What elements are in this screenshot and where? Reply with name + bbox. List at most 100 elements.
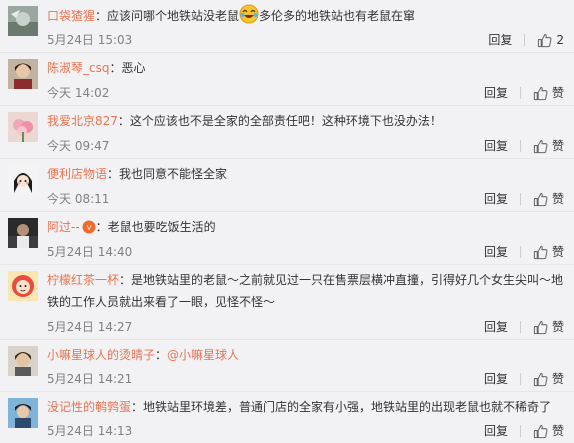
thumbs-up-icon: [533, 139, 548, 153]
comment-actions: 回复 赞: [484, 138, 564, 154]
like-label: 赞: [551, 372, 564, 386]
comment-item: 陈淑琴_csq：恶心 今天 14:02 回复 赞: [0, 53, 574, 106]
thumbs-up-icon: [533, 192, 548, 206]
like-label: 赞: [551, 192, 564, 206]
reply-button[interactable]: 回复: [484, 138, 508, 154]
comment-text: ：是地铁站里的老鼠～之前就见过一只在售票层横冲直撞，引得好几个女生尖叫～地铁的工…: [47, 273, 564, 309]
like-button[interactable]: 赞: [533, 423, 564, 439]
action-divider: [519, 425, 521, 437]
comment-body: 我爱北京827：这个应该也不是全家的全部责任吧！这种环境下也没办法！: [47, 110, 564, 132]
thumbs-up-icon: [533, 320, 548, 334]
mention-link[interactable]: @小嘛星球人: [167, 348, 239, 362]
like-label: 赞: [551, 86, 564, 100]
like-button[interactable]: 2: [537, 32, 564, 48]
like-button[interactable]: 赞: [533, 244, 564, 260]
action-divider: [519, 87, 521, 99]
comment-actions: 回复 赞: [484, 244, 564, 260]
svg-text:V: V: [86, 224, 91, 232]
comment-body: 小嘛星球人的烫晴子：@小嘛星球人: [47, 344, 564, 366]
like-count: 2: [556, 33, 564, 47]
thumbs-up-icon: [533, 424, 548, 438]
reply-button[interactable]: 回复: [484, 85, 508, 101]
comment-text: ：: [155, 348, 168, 362]
comment-actions: 回复 赞: [484, 423, 564, 439]
comment-item: 柠檬红茶一杯：是地铁站里的老鼠～之前就见过一只在售票层横冲直撞，引得好几个女生尖…: [0, 265, 574, 340]
action-divider: [519, 321, 521, 333]
avatar[interactable]: [8, 6, 38, 36]
thumbs-up-icon: [538, 33, 552, 47]
comment-time: 今天 08:11: [47, 192, 110, 206]
comment-time: 今天 09:47: [47, 139, 110, 153]
username-link[interactable]: 我爱北京827: [47, 114, 118, 128]
comment-item: 没记性的鹌鹑蛋：地铁站里环境差，普通门店的全家有小强，地铁站里的出现老鼠也就不稀…: [0, 392, 574, 443]
comment-text: ：应该问哪个地铁站没老鼠: [95, 9, 240, 23]
reply-button[interactable]: 回复: [484, 191, 508, 207]
like-label: 赞: [551, 320, 564, 334]
comment-item: 口袋猹猩：应该问哪个地铁站没老鼠 多伦多的地铁站也有老鼠在窜 5月24日 15:0…: [0, 0, 574, 53]
username-link[interactable]: 阿过--: [47, 220, 80, 234]
comment-text-continued: 多伦多的地铁站也有老鼠在窜: [259, 9, 416, 23]
comment-actions: 回复 赞: [484, 191, 564, 207]
thumbs-up-icon: [533, 86, 548, 100]
comment-time: 5月24日 14:13: [47, 424, 133, 438]
comment-body: 阿过-- V ：老鼠也要吃饭生活的: [47, 216, 564, 238]
like-button[interactable]: 赞: [533, 319, 564, 335]
comment-body: 柠檬红茶一杯：是地铁站里的老鼠～之前就见过一只在售票层横冲直撞，引得好几个女生尖…: [47, 269, 564, 313]
reply-button[interactable]: 回复: [484, 423, 508, 439]
like-button[interactable]: 赞: [533, 85, 564, 101]
comment-time: 5月24日 14:40: [47, 245, 133, 259]
comment-time: 5月24日 15:03: [47, 33, 133, 47]
comment-body: 陈淑琴_csq：恶心: [47, 57, 564, 79]
comment-item: 我爱北京827：这个应该也不是全家的全部责任吧！这种环境下也没办法！ 今天 09…: [0, 106, 574, 159]
comment-text: ：我也同意不能怪全家: [107, 167, 228, 181]
avatar[interactable]: [8, 218, 38, 248]
comment-time: 5月24日 14:21: [47, 372, 133, 386]
action-divider: [524, 34, 526, 46]
thumbs-up-icon: [533, 245, 548, 259]
avatar[interactable]: [8, 271, 38, 301]
comment-actions: 回复 赞: [484, 319, 564, 335]
comment-time: 5月24日 14:27: [47, 320, 133, 334]
avatar[interactable]: [8, 112, 38, 142]
thumbs-up-icon: [533, 372, 548, 386]
action-divider: [519, 373, 521, 385]
comment-actions: 回复 赞: [484, 85, 564, 101]
comment-item: 阿过-- V ：老鼠也要吃饭生活的 5月24日 14:40 回复 赞: [0, 212, 574, 265]
laughing-crying-emoji-icon: [239, 4, 259, 24]
action-divider: [519, 246, 521, 258]
reply-button[interactable]: 回复: [488, 32, 512, 48]
avatar[interactable]: [8, 398, 38, 428]
comment-time: 今天 14:02: [47, 86, 110, 100]
reply-button[interactable]: 回复: [484, 371, 508, 387]
reply-button[interactable]: 回复: [484, 319, 508, 335]
comment-body: 口袋猹猩：应该问哪个地铁站没老鼠 多伦多的地铁站也有老鼠在窜: [47, 4, 564, 27]
like-label: 赞: [551, 245, 564, 259]
action-divider: [519, 140, 521, 152]
like-button[interactable]: 赞: [533, 191, 564, 207]
comment-actions: 回复 赞: [484, 371, 564, 387]
username-link[interactable]: 陈淑琴_csq: [47, 61, 109, 75]
member-badge-icon[interactable]: V: [82, 219, 96, 234]
avatar[interactable]: [8, 59, 38, 89]
action-divider: [519, 193, 521, 205]
username-link[interactable]: 柠檬红茶一杯: [47, 273, 119, 287]
username-link[interactable]: 小嘛星球人的烫晴子: [47, 348, 155, 362]
like-button[interactable]: 赞: [533, 371, 564, 387]
avatar[interactable]: [8, 346, 38, 376]
username-link[interactable]: 没记性的鹌鹑蛋: [47, 400, 131, 414]
reply-button[interactable]: 回复: [484, 244, 508, 260]
comment-list: 口袋猹猩：应该问哪个地铁站没老鼠 多伦多的地铁站也有老鼠在窜 5月24日 15:0…: [0, 0, 574, 443]
like-label: 赞: [551, 139, 564, 153]
like-button[interactable]: 赞: [533, 138, 564, 154]
username-link[interactable]: 便利店物语: [47, 167, 107, 181]
comment-item: 便利店物语：我也同意不能怪全家 今天 08:11 回复 赞: [0, 159, 574, 212]
comment-actions: 回复 2: [488, 32, 564, 48]
comment-body: 没记性的鹌鹑蛋：地铁站里环境差，普通门店的全家有小强，地铁站里的出现老鼠也就不稀…: [47, 396, 564, 418]
comment-text: ：恶心: [109, 61, 146, 75]
comment-text: ：这个应该也不是全家的全部责任吧！这种环境下也没办法！: [117, 114, 442, 128]
avatar[interactable]: [8, 165, 38, 195]
comment-body: 便利店物语：我也同意不能怪全家: [47, 163, 564, 185]
username-link[interactable]: 口袋猹猩: [47, 9, 95, 23]
comment-text: ：地铁站里环境差，普通门店的全家有小强，地铁站里的出现老鼠也就不稀奇了: [131, 400, 552, 414]
comment-text: ：老鼠也要吃饭生活的: [95, 220, 216, 234]
